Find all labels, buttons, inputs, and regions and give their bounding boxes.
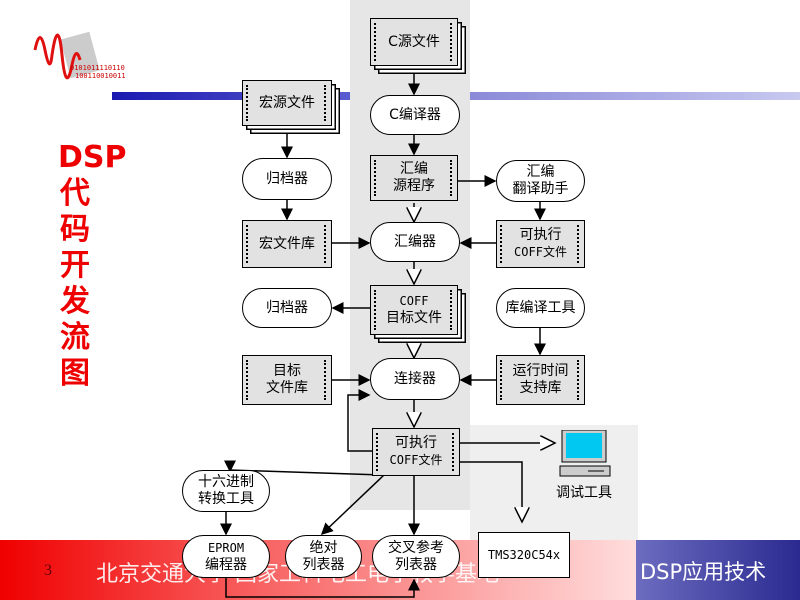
label: 归档器 [266,299,308,316]
label: 汇编器 [394,233,436,250]
node-archiver-2: 归档器 [242,288,332,328]
label: 运行时间 支持库 [512,363,569,396]
node-library-builder: 库编译工具 [496,288,585,328]
label: 汇编 源程序 [393,161,435,194]
debug-tools-label: 调试工具 [556,485,612,501]
label: 库编译工具 [505,299,576,316]
label: 目标 文件库 [266,363,308,396]
node-asm-translator: 汇编 翻译助手 [496,160,585,202]
label: 宏文件库 [259,235,315,252]
node-asm-source: 汇编 源程序 [370,155,458,201]
node-c-source: C源文件 [370,18,458,66]
label: 宏源文件 [259,94,315,111]
label: 连接器 [394,370,436,387]
node-assembler: 汇编器 [370,222,460,262]
label: 交叉参考 列表器 [388,539,444,573]
node-hex-converter: 十六进制 转换工具 [182,470,270,512]
node-archiver-1: 归档器 [242,158,332,200]
node-macro-library: 宏文件库 [242,220,332,268]
label: C编译器 [389,106,441,123]
node-coff-object: COFF 目标文件 [370,285,458,335]
label: 可执行 COFF文件 [514,227,567,259]
node-macro-source: 宏源文件 [242,80,332,126]
label: 十六进制 转换工具 [198,474,254,507]
node-object-library: 目标 文件库 [242,355,332,405]
node-absolute-lister: 绝对 列表器 [285,535,362,578]
label: COFF 目标文件 [386,294,442,326]
node-xref-lister: 交叉参考 列表器 [372,535,460,578]
label: 汇编 翻译助手 [512,164,569,197]
node-target-dsp: TMS320C54x [478,532,570,578]
label: C源文件 [388,33,440,50]
node-runtime-library: 运行时间 支持库 [496,355,585,405]
computer-monitor-icon [558,430,612,478]
label: EPROM 编程器 [205,540,247,573]
node-linker: 连接器 [370,358,460,400]
node-c-compiler: C编译器 [370,95,460,135]
node-eprom-programmer: EPROM 编程器 [182,535,270,578]
label: 可执行 COFF文件 [389,435,443,467]
label: 绝对 列表器 [302,539,345,573]
label: 归档器 [266,170,308,187]
label: TMS320C54x [487,547,561,562]
node-exec-coff-1: 可执行 COFF文件 [496,220,585,268]
node-exec-coff-2: 可执行 COFF文件 [372,428,460,476]
